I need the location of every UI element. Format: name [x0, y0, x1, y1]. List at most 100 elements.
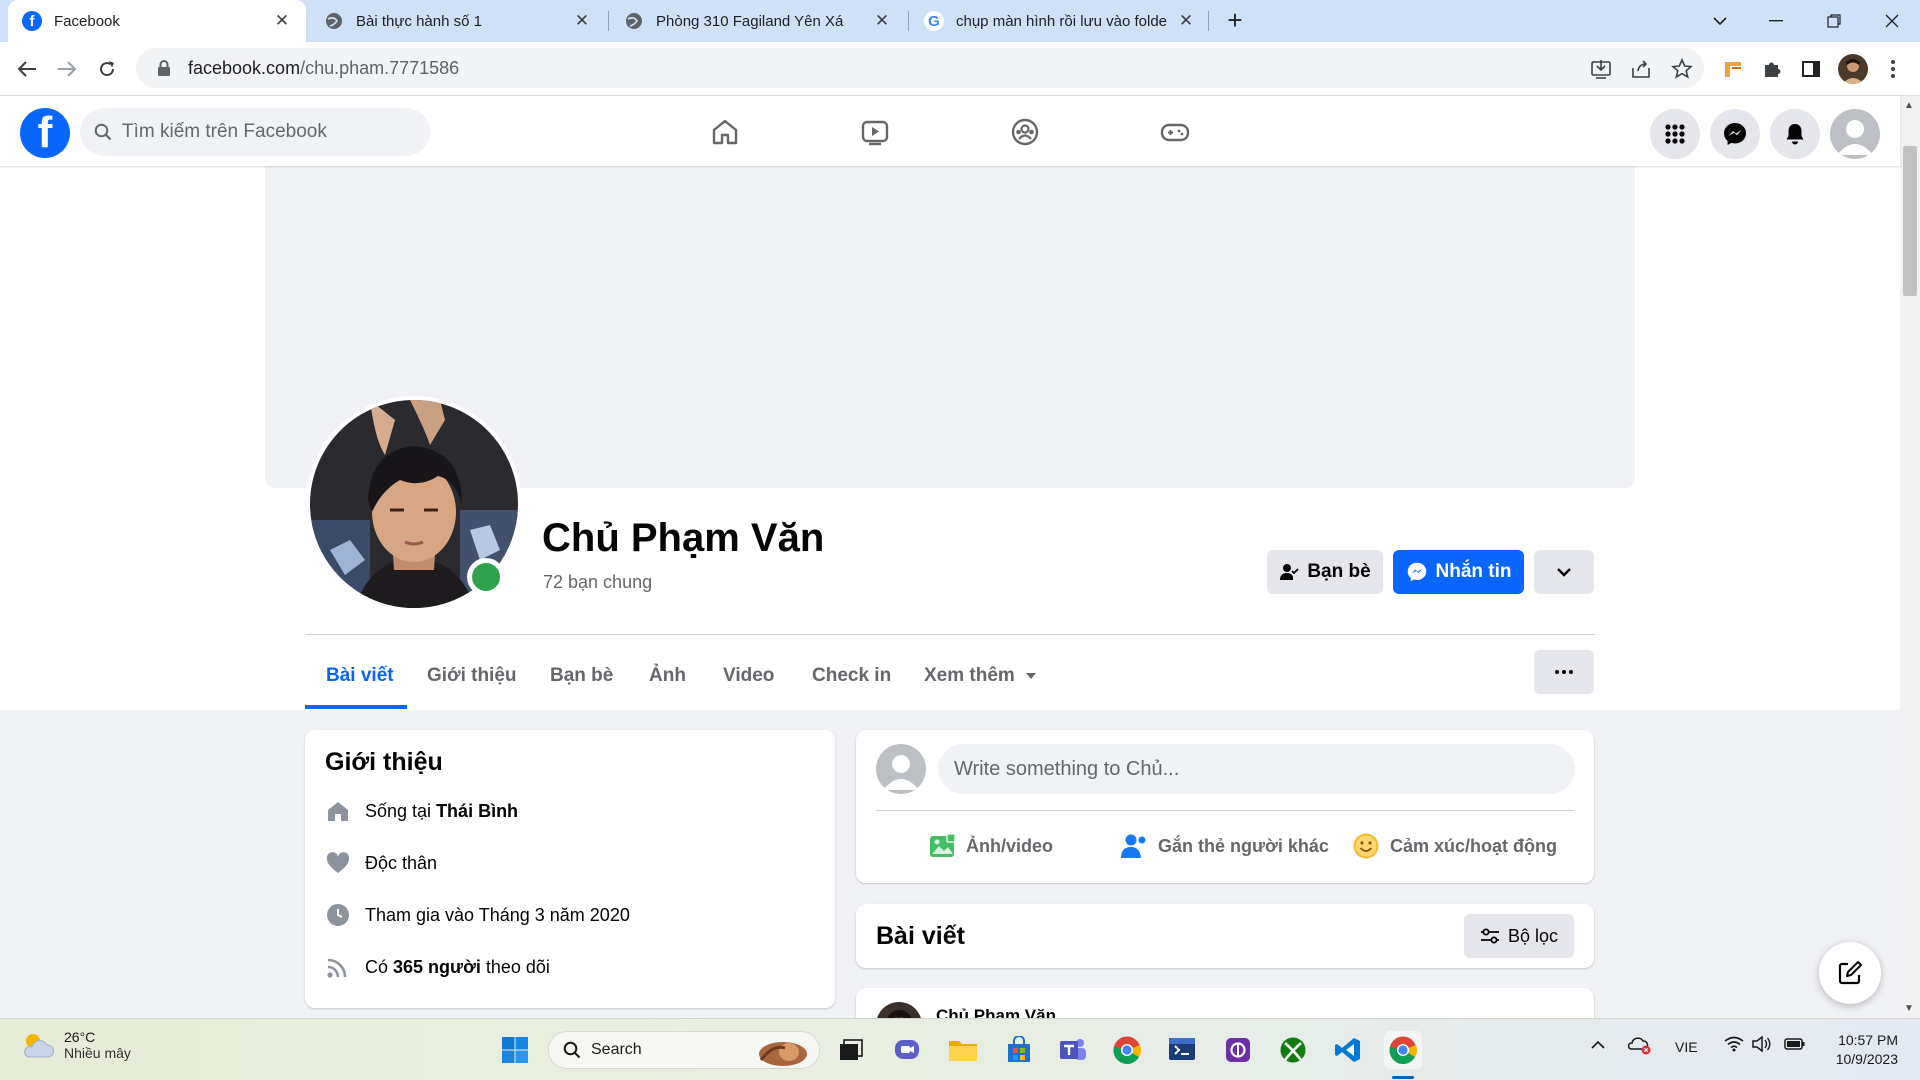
scrollbar-thumb[interactable]	[1903, 146, 1917, 296]
task-view-app[interactable]	[832, 1031, 870, 1069]
composer-avatar[interactable]	[876, 744, 926, 794]
extensions-puzzle-icon[interactable]	[1759, 56, 1785, 82]
side-panel-icon[interactable]	[1798, 56, 1824, 82]
minimize-button[interactable]	[1748, 0, 1804, 42]
nav-gaming[interactable]	[1110, 104, 1240, 160]
teams-chat-app[interactable]	[888, 1031, 926, 1069]
tab-videos[interactable]: Video	[723, 646, 774, 706]
tab-facebook[interactable]: f Facebook ✕	[8, 0, 306, 42]
weather-widget[interactable]: 26°C Nhiều mây	[20, 1029, 131, 1061]
file-explorer-app[interactable]	[944, 1031, 982, 1069]
browser-tab-strip: f Facebook ✕ Bài thực hành số 1 ✕ Phòng …	[0, 0, 1920, 42]
purple-app[interactable]	[1219, 1031, 1257, 1069]
page-scrollbar[interactable]: ▲ ▼	[1900, 96, 1920, 1018]
tab-google-search[interactable]: G chụp màn hình rồi lưu vào folde ✕	[910, 0, 1210, 42]
nav-home[interactable]	[660, 104, 790, 160]
search-highlight-image	[759, 1042, 807, 1066]
vscode-app[interactable]	[1329, 1031, 1367, 1069]
show-hidden-icons[interactable]	[1590, 1037, 1606, 1053]
teams-app[interactable]	[1054, 1031, 1092, 1069]
battery-tray[interactable]	[1784, 1037, 1806, 1054]
share-icon[interactable]	[1630, 58, 1652, 80]
dev-app[interactable]	[1163, 1031, 1201, 1069]
search-input[interactable]	[122, 121, 402, 143]
chrome-app-active[interactable]	[1384, 1031, 1422, 1069]
tab-phong-310[interactable]: Phòng 310 Fagiland Yên Xá ✕	[610, 0, 906, 42]
menu-button[interactable]	[1650, 109, 1700, 159]
address-bar[interactable]: facebook.com/chu.pham.7771586	[136, 48, 1704, 88]
clock-time: 10:57 PM	[1838, 1032, 1898, 1048]
xbox-app[interactable]	[1274, 1031, 1312, 1069]
active-app-indicator	[1392, 1076, 1414, 1079]
onedrive-tray[interactable]	[1627, 1035, 1652, 1058]
close-tab-icon[interactable]: ✕	[1176, 11, 1196, 31]
write-post-input[interactable]	[938, 744, 1575, 794]
followers-count[interactable]: 365 người	[393, 957, 481, 978]
more-options-button[interactable]	[1534, 650, 1594, 694]
close-tab-icon[interactable]: ✕	[872, 11, 892, 31]
tab-posts[interactable]: Bài viết	[326, 646, 394, 706]
forward-button[interactable]	[50, 52, 84, 86]
close-window-button[interactable]	[1864, 0, 1920, 42]
weather-text: Nhiều mây	[64, 1045, 131, 1061]
chrome-app[interactable]	[1108, 1031, 1146, 1069]
notifications-button[interactable]	[1770, 109, 1820, 159]
feeling-activity-button[interactable]: Cảm xúc/hoạt động	[1352, 824, 1557, 868]
tab-bai-thuc-hanh[interactable]: Bài thực hành số 1 ✕	[310, 0, 606, 42]
install-app-icon[interactable]	[1590, 58, 1612, 80]
system-clock[interactable]: 10:57 PM 10/9/2023	[1818, 1031, 1898, 1069]
messenger-button[interactable]	[1710, 109, 1760, 159]
tab-photos[interactable]: Ảnh	[649, 646, 686, 706]
profile-divider	[305, 634, 1595, 635]
tab-see-more[interactable]: Xem thêm	[924, 646, 1037, 706]
friends-button[interactable]: Bạn bè	[1267, 550, 1383, 594]
language-indicator[interactable]: VIE	[1675, 1039, 1698, 1055]
nav-groups[interactable]	[960, 104, 1090, 160]
new-message-button[interactable]	[1819, 942, 1881, 1004]
dev-tools-icon	[1169, 1038, 1195, 1060]
reload-button[interactable]	[90, 52, 124, 86]
tab-friends[interactable]: Bạn bè	[550, 646, 613, 706]
scroll-down-arrow-icon[interactable]: ▼	[1904, 1003, 1914, 1014]
message-button[interactable]: Nhắn tin	[1393, 550, 1524, 594]
account-avatar-button[interactable]	[1830, 109, 1880, 159]
speaker-icon	[1752, 1035, 1771, 1053]
facebook-search[interactable]	[80, 108, 430, 156]
taskbar-search[interactable]: Search	[548, 1031, 820, 1069]
lives-in-city[interactable]: Thái Bình	[436, 801, 518, 822]
new-tab-button[interactable]: +	[1220, 6, 1250, 36]
chrome-profile-avatar[interactable]	[1838, 54, 1868, 84]
tab-checkins[interactable]: Check in	[812, 646, 891, 706]
see-more-label: Xem thêm	[924, 665, 1015, 686]
posts-header-card: Bài viết Bộ lọc	[856, 904, 1594, 968]
tab-separator	[908, 11, 909, 31]
scroll-up-arrow-icon[interactable]: ▲	[1904, 100, 1914, 111]
profile-options-dropdown[interactable]	[1534, 550, 1594, 594]
tab-search-chevron-icon[interactable]	[1692, 0, 1748, 42]
close-tab-icon[interactable]: ✕	[572, 11, 592, 31]
photo-video-label: Ảnh/video	[966, 835, 1054, 856]
url-text[interactable]: facebook.com/chu.pham.7771586	[188, 58, 459, 79]
filter-button[interactable]: Bộ lọc	[1464, 914, 1574, 958]
wifi-tray[interactable]	[1724, 1036, 1744, 1055]
lock-icon[interactable]	[154, 58, 174, 78]
google-favicon-icon: G	[924, 11, 944, 31]
microsoft-store-app[interactable]	[1000, 1031, 1038, 1069]
restore-button[interactable]	[1806, 0, 1862, 42]
start-button[interactable]	[496, 1031, 534, 1069]
tag-people-button[interactable]: Gắn thẻ người khác	[1120, 824, 1329, 868]
volume-tray[interactable]	[1752, 1035, 1772, 1055]
tab-about[interactable]: Giới thiệu	[427, 646, 517, 706]
photo-video-button[interactable]: Ảnh/video	[928, 824, 1053, 868]
chrome-menu-icon[interactable]	[1880, 56, 1906, 82]
home-icon	[712, 119, 738, 145]
nav-watch[interactable]	[810, 104, 940, 160]
globe-icon	[624, 11, 644, 31]
more-dots-icon	[1555, 670, 1573, 674]
bookmark-star-icon[interactable]	[1671, 58, 1693, 80]
mutual-friends-count[interactable]: 72 bạn chung	[543, 572, 652, 593]
back-button[interactable]	[10, 52, 44, 86]
close-tab-icon[interactable]: ✕	[272, 11, 292, 31]
extension-ruler-icon[interactable]	[1720, 56, 1746, 82]
facebook-logo[interactable]: f	[20, 108, 70, 158]
